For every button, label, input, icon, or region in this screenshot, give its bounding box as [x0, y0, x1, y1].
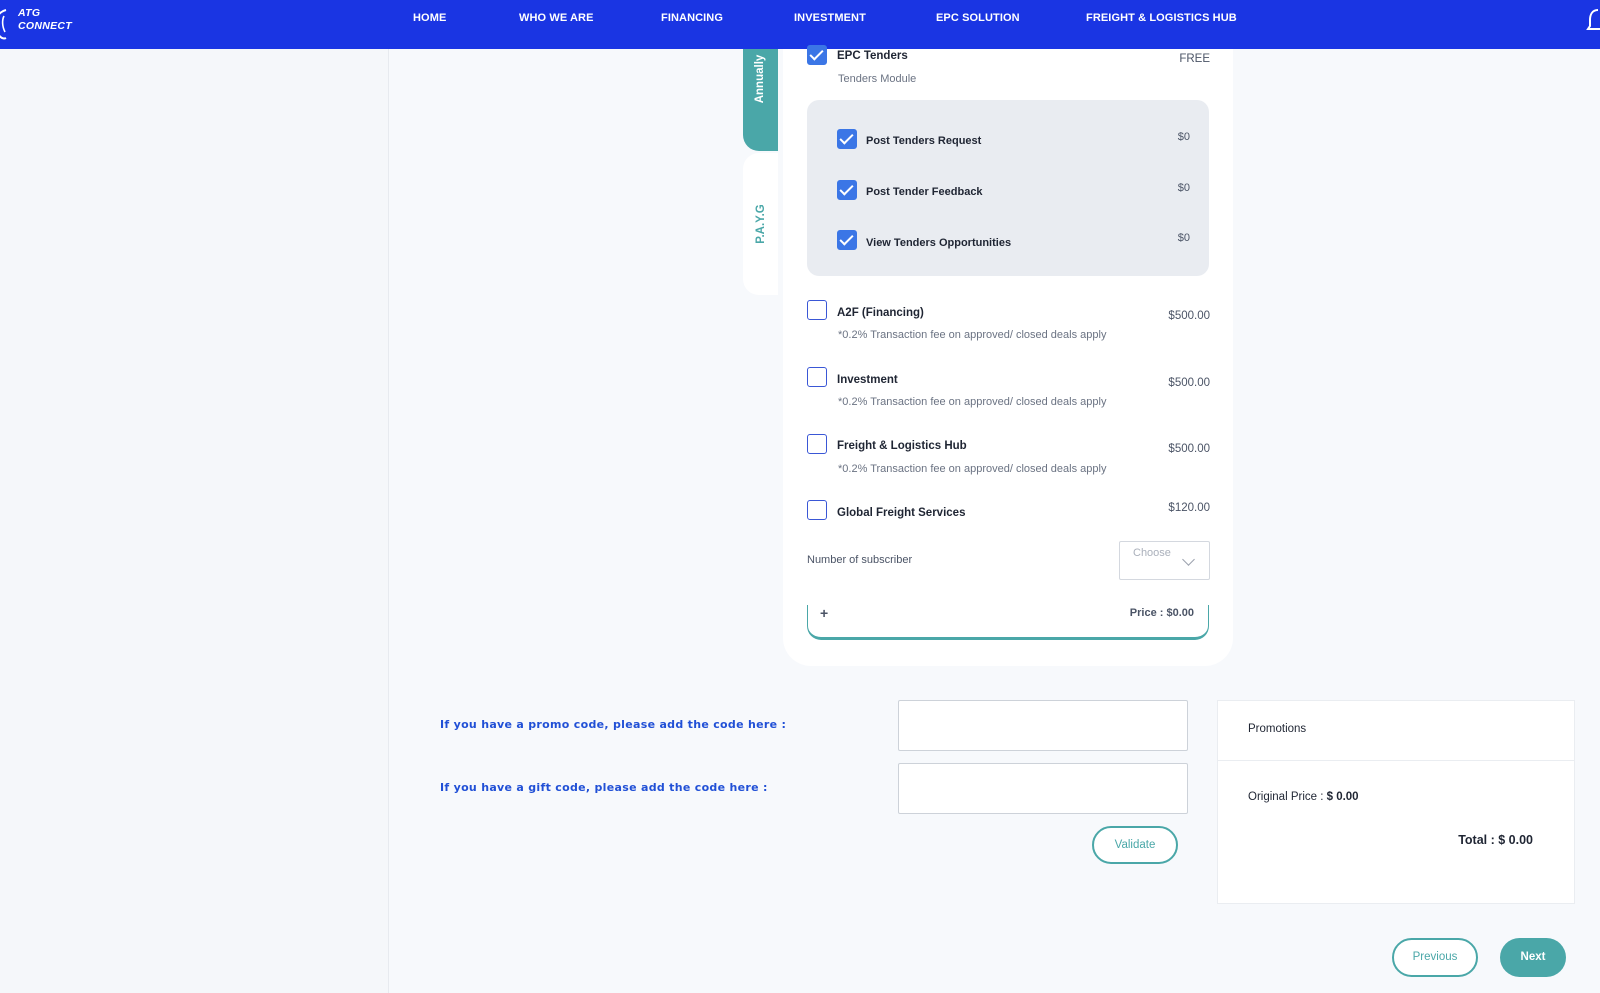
nav-links: HOME WHO WE ARE FINANCING INVESTMENT EPC…: [0, 0, 1600, 49]
global-freight-services-price: $120.00: [1168, 502, 1210, 514]
view-tenders-opportunities-price: $0: [1177, 232, 1190, 244]
total-value: $ 0.00: [1498, 833, 1533, 847]
next-button[interactable]: Next: [1500, 938, 1566, 977]
post-tender-feedback-label: Post Tender Feedback: [866, 186, 983, 198]
post-tender-feedback-checkbox[interactable]: [837, 180, 857, 200]
subscriber-select-placeholder: Choose: [1133, 547, 1171, 559]
promotions-header: Promotions: [1218, 701, 1574, 761]
view-tenders-opportunities-label: View Tenders Opportunities: [866, 237, 1012, 249]
plus-icon[interactable]: +: [820, 605, 828, 621]
original-price-value: $ 0.00: [1326, 791, 1359, 803]
nav-freight-logistics-hub[interactable]: FREIGHT & LOGISTICS HUB: [1086, 12, 1237, 24]
epc-tenders-subtitle: Tenders Module: [838, 73, 917, 85]
tab-payg-label-wrap: P.A.Y.G: [743, 196, 778, 252]
original-price-label: Original Price :: [1248, 791, 1327, 803]
nav-home[interactable]: HOME: [413, 12, 446, 24]
nav-financing[interactable]: FINANCING: [661, 12, 723, 24]
nav-epc-solution[interactable]: EPC SOLUTION: [936, 12, 1020, 24]
subscriber-label: Number of subscriber: [807, 554, 913, 566]
post-tender-feedback-price: $0: [1177, 182, 1190, 194]
promo-code-input[interactable]: [898, 700, 1188, 751]
promo-code-label: If you have a promo code, please add the…: [440, 718, 787, 731]
a2f-financing-note: *0.2% Transaction fee on approved/ close…: [838, 329, 1107, 341]
view-tenders-opportunities-checkbox[interactable]: [837, 230, 857, 250]
left-gutter: [0, 49, 389, 993]
price-total: Price : $0.00: [1129, 607, 1194, 619]
investment-price: $500.00: [1168, 377, 1210, 389]
promotions-panel: Promotions Original Price : $ 0.00 Total…: [1217, 700, 1575, 904]
bell-icon[interactable]: [1586, 6, 1600, 36]
global-freight-services-checkbox[interactable]: [807, 500, 827, 520]
freight-logistics-hub-price: $500.00: [1168, 443, 1210, 455]
original-price: Original Price : $ 0.00: [1248, 791, 1359, 803]
epc-tenders-price: FREE: [1179, 53, 1210, 65]
validate-button[interactable]: Validate: [1092, 826, 1178, 864]
investment-checkbox[interactable]: [807, 367, 827, 387]
post-tenders-request-price: $0: [1177, 131, 1190, 143]
a2f-financing-checkbox[interactable]: [807, 300, 827, 320]
epc-tenders-title: EPC Tenders: [837, 50, 908, 62]
freight-logistics-hub-checkbox[interactable]: [807, 434, 827, 454]
previous-button[interactable]: Previous: [1392, 938, 1478, 977]
nav-investment[interactable]: INVESTMENT: [794, 12, 866, 24]
gift-code-label: If you have a gift code, please add the …: [440, 781, 768, 794]
total-price: Total : $ 0.00: [1398, 833, 1533, 847]
a2f-financing-price: $500.00: [1168, 310, 1210, 322]
promotions-title: Promotions: [1248, 723, 1307, 735]
freight-logistics-hub-title: Freight & Logistics Hub: [837, 440, 967, 452]
top-navbar: ATG CONNECT HOME WHO WE ARE FINANCING IN…: [0, 0, 1600, 49]
post-tenders-request-checkbox[interactable]: [837, 129, 857, 149]
tab-annually-label-wrap: Annually: [742, 52, 778, 106]
global-freight-services-title: Global Freight Services: [837, 507, 966, 519]
post-tenders-request-label: Post Tenders Request: [866, 135, 982, 147]
a2f-financing-title: A2F (Financing): [837, 307, 924, 319]
investment-title: Investment: [837, 374, 898, 386]
nav-who-we-are[interactable]: WHO WE ARE: [519, 12, 594, 24]
tab-annually-label: Annually: [754, 54, 766, 104]
investment-note: *0.2% Transaction fee on approved/ close…: [838, 396, 1107, 408]
tab-payg-label: P.A.Y.G: [754, 204, 767, 244]
total-label: Total :: [1458, 833, 1499, 847]
freight-logistics-hub-note: *0.2% Transaction fee on approved/ close…: [838, 463, 1107, 475]
epc-tenders-checkbox[interactable]: [807, 45, 827, 65]
gift-code-input[interactable]: [898, 763, 1188, 814]
